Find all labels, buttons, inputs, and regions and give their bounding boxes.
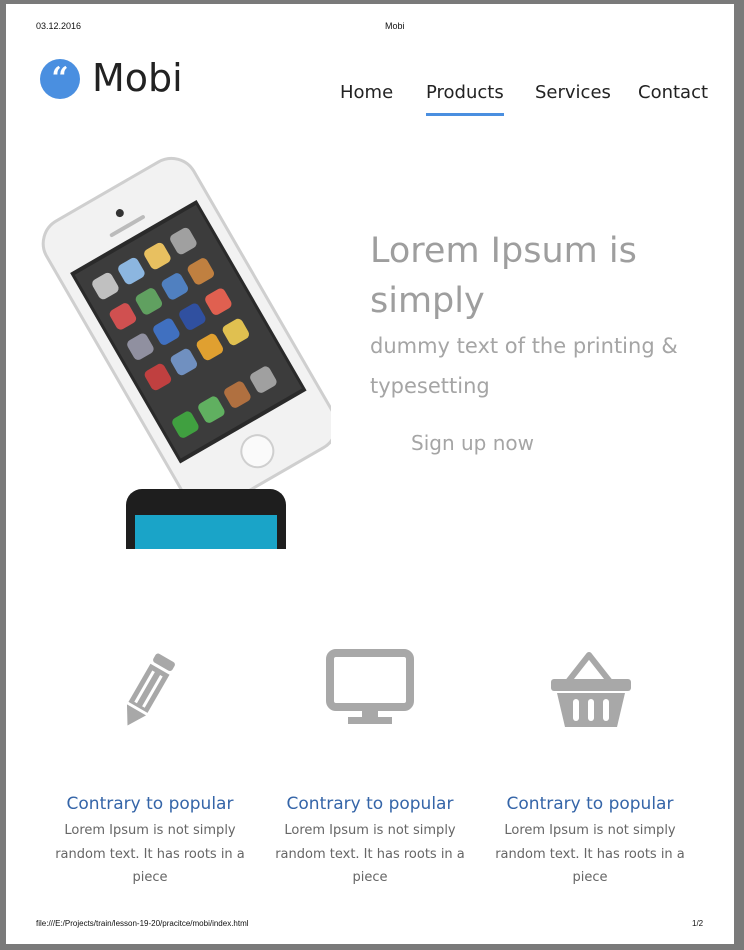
nav-home[interactable]: Home: [340, 82, 393, 103]
hero-heading: Lorem Ipsum is simply: [370, 231, 637, 321]
basket-icon: [551, 652, 631, 727]
hero-phones-image: [41, 156, 331, 549]
white-phone-image: [41, 156, 331, 512]
nav-products[interactable]: Products: [426, 82, 504, 116]
feature-title: Contrary to popular: [66, 794, 234, 814]
nav-services[interactable]: Services: [535, 82, 611, 103]
print-page-number: 1/2: [692, 919, 704, 928]
feature-text: Lorem Ipsum is not simply random text. I…: [275, 823, 465, 885]
feature-text: Lorem Ipsum is not simply random text. I…: [495, 823, 685, 885]
feature-title: Contrary to popular: [286, 794, 454, 814]
nav-contact[interactable]: Contact: [638, 82, 708, 103]
print-page: 03.12.2016 Mobi “ Mobi Home Products Ser…: [6, 4, 734, 944]
print-date: 03.12.2016: [36, 21, 82, 31]
print-url: file:///E:/Projects/train/lesson-19-20/p…: [36, 919, 249, 928]
feature-title: Contrary to popular: [506, 794, 674, 814]
logo-text: Mobi: [92, 56, 183, 100]
hero-subheading: dummy text of the printing & typesetting: [370, 334, 678, 398]
signup-button[interactable]: Sign up now: [411, 431, 534, 455]
pencil-icon: [126, 653, 175, 726]
feature-text: Lorem Ipsum is not simply random text. I…: [55, 823, 245, 885]
monitor-icon: [326, 649, 414, 724]
print-title: Mobi: [385, 21, 405, 31]
black-phone-image: [126, 489, 286, 549]
logo-quote-icon: “: [40, 59, 80, 99]
